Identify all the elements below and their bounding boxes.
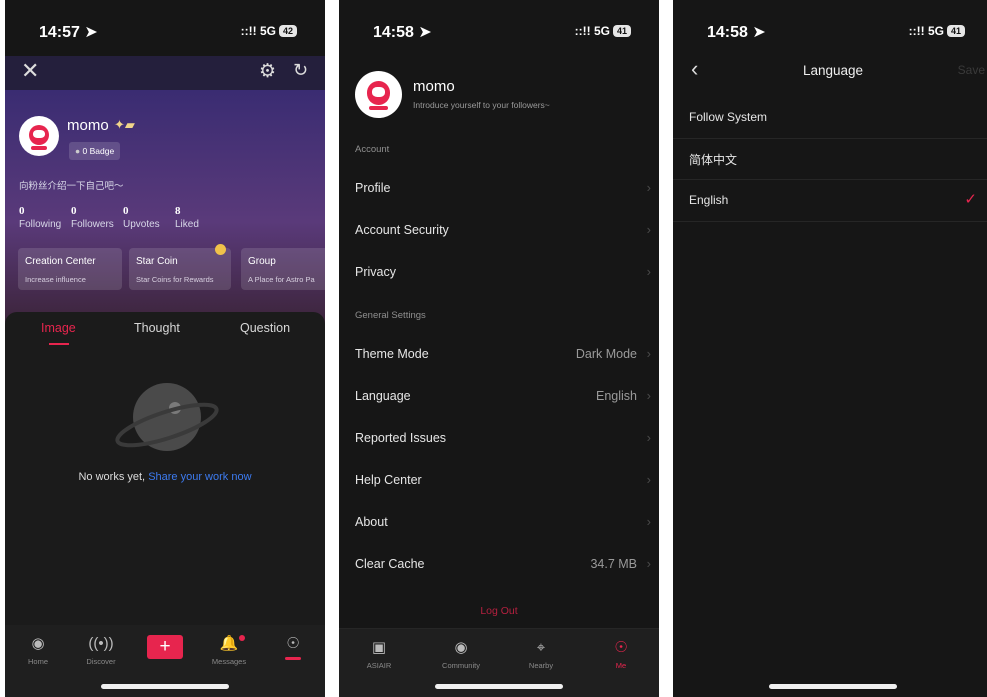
home-indicator — [769, 684, 897, 689]
creation-center-card[interactable]: Creation Center Increase influence — [18, 248, 122, 290]
status-time: 14:57 ➤ — [39, 24, 98, 41]
profile-top-bar — [5, 56, 325, 90]
share-icon[interactable]: ↻ — [293, 60, 308, 81]
signal-text: ::!! 5G — [240, 24, 276, 38]
network-indicator: ::!! 5G 41 — [575, 24, 631, 38]
notification-dot — [239, 635, 245, 641]
page-title: Language — [802, 63, 864, 78]
avatar[interactable] — [355, 71, 402, 118]
status-bar: 14:57 ➤ ::!! 5G 42 — [5, 0, 325, 52]
section-general-settings: General Settings — [355, 310, 426, 321]
badge-pill[interactable]: ● 0 Badge — [69, 142, 121, 160]
empty-message: No works yet, — [78, 471, 146, 483]
tab-question[interactable]: Question — [240, 321, 290, 335]
user-name: momo — [67, 117, 109, 134]
planet-nav-icon: ◉ — [31, 635, 45, 652]
settings-row-language[interactable]: Language English › — [339, 377, 659, 419]
star-coin-card[interactable]: Star Coin Star Coins for Rewards — [129, 244, 231, 290]
astronaut-icon: ☉ — [614, 639, 628, 656]
chevron-right-icon: › — [646, 556, 651, 571]
home-indicator — [101, 684, 229, 689]
badge-count: 0 Badge — [82, 146, 115, 156]
settings-icon[interactable]: ⚙ — [259, 60, 276, 83]
status-time: 14:58 ➤ — [373, 24, 432, 41]
stat-followers[interactable]: 0 Followers — [71, 205, 114, 230]
home-indicator — [435, 684, 563, 689]
signal-text: ::!! 5G — [574, 24, 610, 38]
coin-icon — [215, 244, 226, 255]
tab-image[interactable]: Image — [41, 321, 76, 335]
stat-upvotes[interactable]: 0 Upvotes — [123, 205, 160, 230]
language-screen: 14:58 ➤ ::!! 5G 41 ‹ Language Save Follo… — [673, 0, 987, 697]
nav-me-indicator — [285, 657, 301, 660]
chevron-right-icon: › — [646, 514, 651, 529]
save-button[interactable]: Save — [958, 63, 985, 77]
nav-nearby[interactable]: ⌖ Nearby — [511, 637, 571, 670]
settings-row-account-security[interactable]: Account Security › — [339, 211, 659, 253]
planet-nav-icon: ◉ — [454, 639, 468, 656]
broadcast-icon: ((•)) — [88, 635, 114, 652]
nav-home[interactable]: ◉ Home — [8, 633, 68, 666]
tab-thought[interactable]: Thought — [134, 321, 180, 335]
settings-row-theme-mode[interactable]: Theme Mode Dark Mode › — [339, 335, 659, 377]
status-bar: 14:58 ➤ ::!! 5G 41 — [673, 0, 987, 52]
vip-badge-icon: ✦▰ — [114, 117, 135, 132]
location-pin-icon: ⌖ — [536, 639, 546, 656]
chevron-right-icon: › — [646, 264, 651, 279]
battery-level: 42 — [278, 25, 297, 37]
bell-icon: 🔔 — [199, 633, 259, 655]
group-card[interactable]: Group A Place for Astro Pa — [241, 248, 325, 290]
chevron-right-icon: › — [646, 222, 651, 237]
settings-row-about[interactable]: About › — [339, 503, 659, 545]
nav-messages[interactable]: 🔔 Messages — [199, 633, 259, 666]
settings-screen: 14:58 ➤ ::!! 5G 41 momo Introduce yourse… — [339, 0, 659, 697]
network-indicator: ::!! 5G 41 — [909, 24, 965, 38]
nav-asiair[interactable]: ▣ ASIAIR — [349, 637, 409, 670]
settings-row-privacy[interactable]: Privacy › — [339, 253, 659, 295]
chevron-right-icon: › — [646, 388, 651, 403]
status-bar: 14:58 ➤ ::!! 5G 41 — [339, 0, 659, 52]
language-option-english[interactable]: English ✓ — [673, 181, 987, 222]
user-bio: 向粉丝介绍一下自己吧～ — [19, 181, 124, 192]
chevron-right-icon: › — [646, 180, 651, 195]
badge-icon: ● — [75, 146, 81, 156]
signal-text: ::!! 5G — [908, 24, 944, 38]
wifi-box-icon: ▣ — [371, 639, 387, 656]
chevron-right-icon: › — [646, 430, 651, 445]
logout-button[interactable]: Log Out — [339, 605, 659, 617]
close-icon[interactable]: ✕ — [21, 60, 39, 82]
stat-following[interactable]: 0 Following — [19, 205, 61, 230]
section-account: Account — [355, 144, 390, 155]
chevron-right-icon: › — [646, 472, 651, 487]
network-indicator: ::!! 5G 42 — [241, 24, 297, 38]
create-post-button[interactable]: + — [147, 635, 183, 659]
settings-row-profile[interactable]: Profile › — [339, 169, 659, 211]
settings-row-reported-issues[interactable]: Reported Issues › — [339, 419, 659, 461]
status-time: 14:58 ➤ — [707, 24, 766, 41]
settings-row-clear-cache[interactable]: Clear Cache 34.7 MB › — [339, 545, 659, 587]
astronaut-icon: ☉ — [286, 635, 300, 652]
user-name: momo — [413, 78, 455, 95]
stat-liked[interactable]: 8 Liked — [175, 205, 199, 230]
share-work-link[interactable]: Share your work now — [148, 471, 251, 483]
avatar[interactable] — [19, 116, 59, 156]
tab-active-underline — [49, 343, 69, 345]
chevron-right-icon: › — [646, 346, 651, 361]
nav-discover[interactable]: ((•)) Discover — [71, 633, 131, 666]
nav-community[interactable]: ◉ Community — [431, 637, 491, 670]
nav-me[interactable]: ☉ Me — [591, 637, 651, 670]
empty-state: No works yet, Share your work now — [5, 471, 325, 483]
checkmark-icon: ✓ — [964, 191, 977, 208]
user-bio: Introduce yourself to your followers~ — [413, 100, 550, 110]
nav-me[interactable]: ☉ — [263, 633, 323, 660]
settings-row-help-center[interactable]: Help Center › — [339, 461, 659, 503]
battery-level: 41 — [946, 25, 965, 37]
planet-icon — [115, 383, 219, 451]
profile-screen: 14:57 ➤ ::!! 5G 42 ✕ ⚙ ↻ momo ✦▰ ● 0 Bad… — [5, 0, 325, 697]
language-option-follow-system[interactable]: Follow System — [673, 98, 987, 139]
language-option-simplified-chinese[interactable]: 简体中文 — [673, 139, 987, 180]
battery-level: 41 — [612, 25, 631, 37]
